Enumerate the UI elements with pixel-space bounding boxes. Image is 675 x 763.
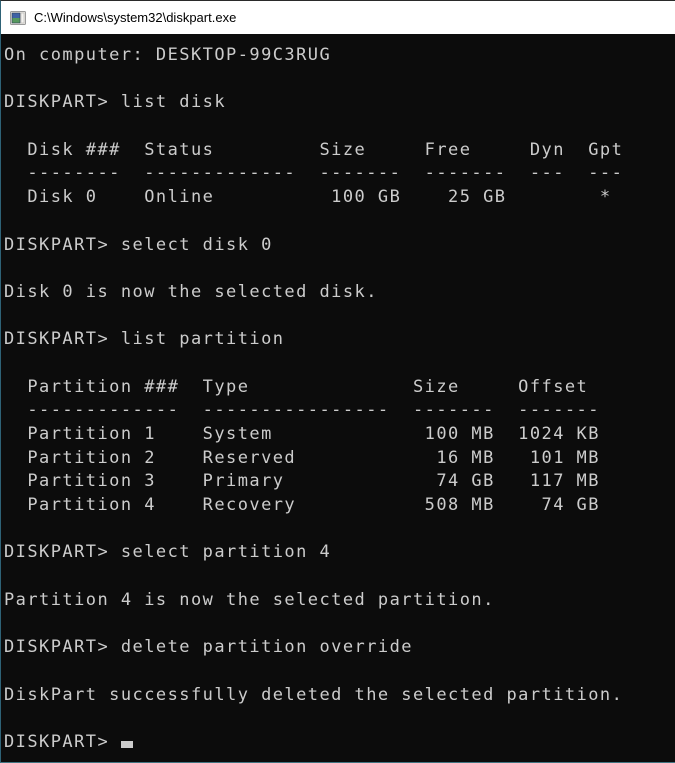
partition-table-row: Partition 4 Recovery 508 MB 74 GB — [4, 494, 675, 518]
console-line — [4, 660, 675, 684]
disk-table-row: Disk 0 Online 100 GB 25 GB * — [4, 186, 675, 210]
console-line — [4, 115, 675, 139]
console-line: DISKPART> select partition 4 — [4, 541, 675, 565]
text-cursor — [121, 741, 133, 748]
partition-table-header: Partition ### Type Size Offset — [4, 376, 675, 400]
diskpart-console-window: C:\Windows\system32\diskpart.exe On comp… — [0, 0, 675, 763]
console-line — [4, 68, 675, 92]
console-app-icon[interactable] — [10, 10, 26, 26]
console-line — [4, 518, 675, 542]
title-bar[interactable]: C:\Windows\system32\diskpart.exe — [1, 1, 675, 34]
console-line: Partition 4 is now the selected partitio… — [4, 589, 675, 613]
console-line: Disk 0 is now the selected disk. — [4, 281, 675, 305]
console-line: DISKPART> select disk 0 — [4, 234, 675, 258]
disk-table-header: Disk ### Status Size Free Dyn Gpt — [4, 139, 675, 163]
console-line — [4, 707, 675, 731]
console-line — [4, 210, 675, 234]
disk-table-divider: -------- ------------- ------- ------- -… — [4, 162, 675, 186]
partition-table-row: Partition 1 System 100 MB 1024 KB — [4, 423, 675, 447]
partition-table-divider: ------------- ---------------- ------- -… — [4, 399, 675, 423]
console-line: DISKPART> delete partition override — [4, 636, 675, 660]
console-output[interactable]: On computer: DESKTOP-99C3RUG DISKPART> l… — [1, 34, 675, 762]
partition-table-row: Partition 2 Reserved 16 MB 101 MB — [4, 447, 675, 471]
console-line — [4, 613, 675, 637]
console-line: DISKPART> list partition — [4, 328, 675, 352]
console-line: DISKPART> list disk — [4, 91, 675, 115]
console-line — [4, 257, 675, 281]
console-line — [4, 305, 675, 329]
console-line: On computer: DESKTOP-99C3RUG — [4, 44, 675, 68]
window-title: C:\Windows\system32\diskpart.exe — [34, 10, 236, 25]
prompt-line[interactable]: DISKPART> — [4, 731, 675, 755]
partition-table-row: Partition 3 Primary 74 GB 117 MB — [4, 470, 675, 494]
console-line — [4, 565, 675, 589]
console-line: DiskPart successfully deleted the select… — [4, 684, 675, 708]
console-line — [4, 352, 675, 376]
prompt-label: DISKPART> — [4, 732, 121, 752]
